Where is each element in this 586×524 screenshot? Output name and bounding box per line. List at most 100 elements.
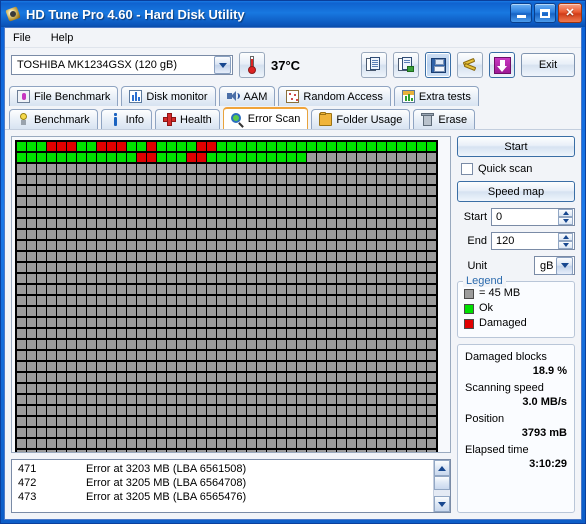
block-cell [17,296,26,305]
tab-erase[interactable]: Erase [413,109,476,129]
start-field-label: Start [463,211,487,223]
block-cell [357,428,366,437]
tab-health[interactable]: Health [155,109,220,129]
chevron-down-icon[interactable] [214,56,231,74]
unit-value: gB [540,259,554,272]
block-cell [227,417,236,426]
block-cell [87,384,96,393]
block-cell [307,362,316,371]
block-cell [287,340,296,349]
block-cell [67,362,76,371]
maximize-button[interactable] [534,3,556,23]
block-cell [97,208,106,217]
block-cell [257,175,266,184]
block-cell [277,263,286,272]
chevron-down-icon[interactable] [556,256,573,275]
options-button[interactable] [457,52,483,78]
block-cell [327,296,336,305]
save-button[interactable] [425,52,451,78]
tab-folder-usage[interactable]: Folder Usage [311,109,411,129]
tab-random-access[interactable]: Random Access [278,86,391,106]
copy-image-button[interactable] [393,52,419,78]
tab-error-scan[interactable]: Error Scan [222,107,309,129]
menu-file[interactable]: File [10,31,34,45]
download-button[interactable] [489,52,515,78]
tab-info[interactable]: Info [100,109,152,129]
block-cell [417,373,426,382]
block-cell [197,450,206,452]
menu-help[interactable]: Help [48,31,77,45]
end-stepper[interactable]: 120 [491,232,575,250]
list-item[interactable]: 472 Error at 3205 MB (LBA 6564708) [18,476,433,490]
start-decrement-button[interactable] [558,217,573,225]
scroll-up-button[interactable] [434,460,450,476]
block-cell [97,307,106,316]
close-button[interactable]: ✕ [558,3,582,23]
end-decrement-button[interactable] [558,241,573,249]
block-cell [27,307,36,316]
error-log-list[interactable]: 471 Error at 3203 MB (LBA 6561508) 472 E… [11,459,451,513]
start-scan-button[interactable]: Start [457,136,575,157]
block-cell [277,351,286,360]
tab-extra-tests[interactable]: Extra tests [393,86,479,106]
block-cell [377,175,386,184]
block-cell [127,340,136,349]
minimize-button[interactable] [510,3,532,23]
block-cell [47,406,56,415]
drive-select-combo[interactable]: TOSHIBA MK1234GSX (120 gB) [11,55,233,75]
exit-button[interactable]: Exit [521,53,575,77]
start-stepper-buttons[interactable] [558,209,573,225]
block-cell [37,362,46,371]
block-cell [267,197,276,206]
block-cell [77,252,86,261]
block-cell [27,439,36,448]
tab-file-benchmark[interactable]: File Benchmark [9,86,119,106]
block-cell [357,439,366,448]
block-cell [157,197,166,206]
start-stepper[interactable]: 0 [491,208,575,226]
block-cell [127,373,136,382]
block-cell [307,296,316,305]
block-cell [137,329,146,338]
block-cell [167,406,176,415]
tab-disk-monitor[interactable]: Disk monitor [121,86,216,106]
tab-benchmark[interactable]: Benchmark [9,109,98,129]
block-cell [357,384,366,393]
block-cell [347,285,356,294]
quick-scan-row[interactable]: Quick scan [457,163,575,175]
list-item[interactable]: 471 Error at 3203 MB (LBA 6561508) [18,462,433,476]
list-item[interactable]: 473 Error at 3205 MB (LBA 6565476) [18,490,433,504]
block-cell [217,274,226,283]
block-cell [97,186,106,195]
block-cell [277,395,286,404]
block-map-grid[interactable] [15,140,438,452]
block-cell [97,439,106,448]
start-increment-button[interactable] [558,209,573,217]
block-cell [47,450,56,452]
block-cell [397,164,406,173]
block-cell [137,153,146,162]
chevron-down-icon [562,219,569,223]
block-cell [67,373,76,382]
error-log-scrollbar[interactable] [433,460,450,512]
quick-scan-checkbox[interactable] [461,163,473,175]
block-cell [267,439,276,448]
block-cell [97,296,106,305]
copy-button[interactable] [361,52,387,78]
scroll-down-button[interactable] [434,496,450,512]
block-cell [207,230,216,239]
end-stepper-buttons[interactable] [558,233,573,249]
block-cell [147,252,156,261]
scrollbar-thumb[interactable] [434,476,450,490]
tab-aam[interactable]: AAM [218,86,276,106]
speed-map-button[interactable]: Speed map [457,181,575,202]
start-scan-label: Start [504,140,528,153]
temperature-button[interactable] [239,52,265,78]
end-increment-button[interactable] [558,233,573,241]
block-cell [147,439,156,448]
block-cell [27,285,36,294]
block-cell [47,439,56,448]
block-cell [17,230,26,239]
block-cell [317,263,326,272]
unit-select[interactable]: gB [534,256,575,275]
